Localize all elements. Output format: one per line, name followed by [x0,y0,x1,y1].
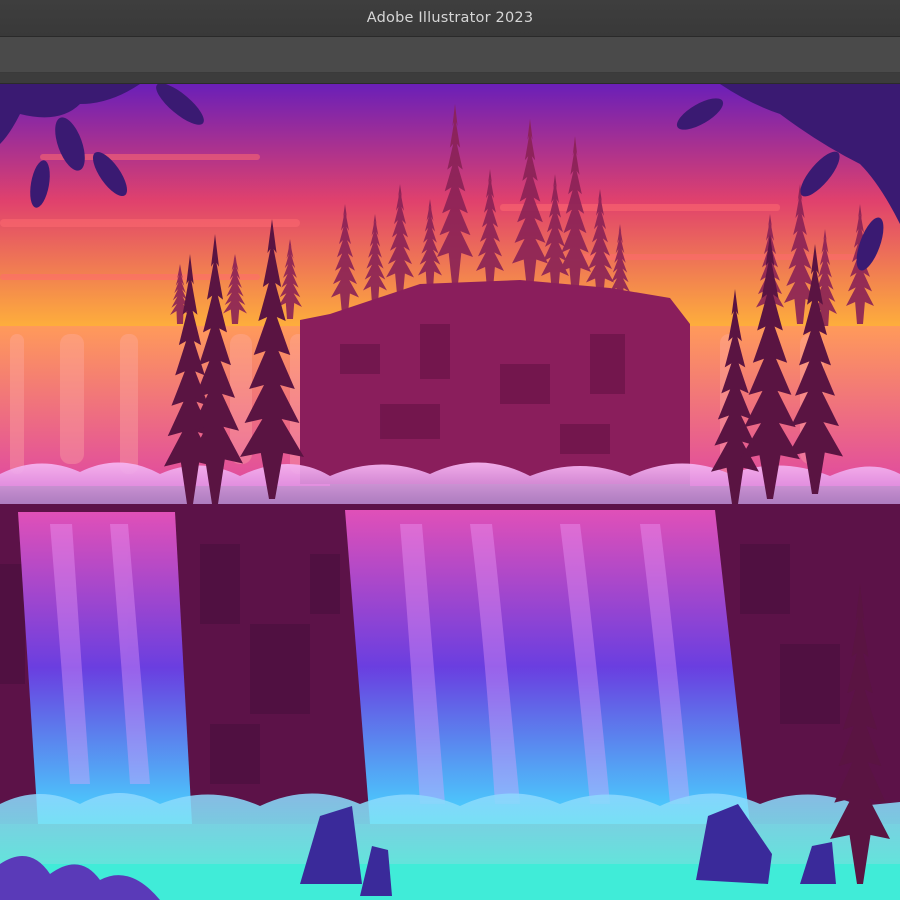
document-tab-strip [0,73,900,84]
waterfall-artwork [0,84,900,900]
upper-cliff [300,280,690,484]
window-title: Adobe Illustrator 2023 [366,10,534,26]
title-bar: Adobe Illustrator 2023 [0,0,900,37]
control-bar [0,37,900,73]
lower-waterfall-left [18,512,192,824]
artboard-canvas[interactable] [0,84,900,900]
